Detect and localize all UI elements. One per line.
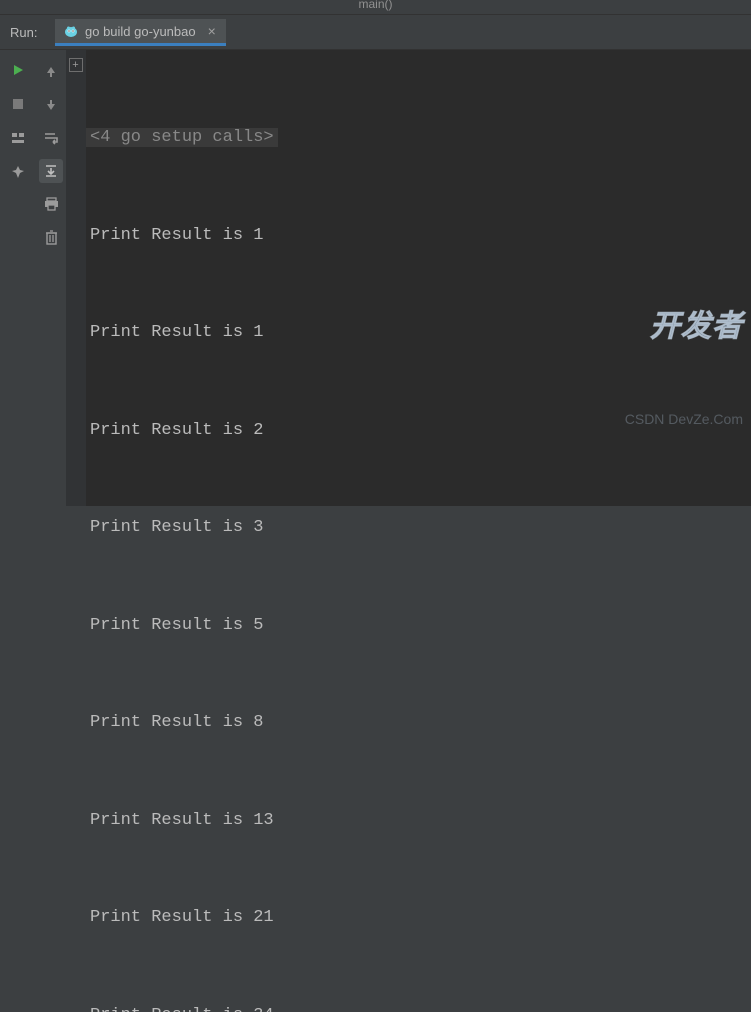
run-label: Run: xyxy=(0,25,55,40)
run-tab-label: go build go-yunbao xyxy=(85,24,196,39)
expand-fold-button[interactable]: + xyxy=(69,58,83,72)
output-line: Print Result is 13 xyxy=(86,805,751,838)
run-action-column xyxy=(0,50,36,506)
clear-all-button[interactable] xyxy=(39,225,63,249)
scroll-to-end-button[interactable] xyxy=(39,159,63,183)
run-tabbar: Run: go build go-yunbao × xyxy=(0,15,751,50)
run-tool-window: + <4 go setup calls> Print Result is 1 P… xyxy=(0,50,751,506)
console-output[interactable]: <4 go setup calls> Print Result is 1 Pri… xyxy=(86,50,751,506)
output-line: Print Result is 1 xyxy=(86,220,751,253)
console-action-column xyxy=(36,50,66,506)
soft-wrap-button[interactable] xyxy=(39,126,63,150)
folded-region[interactable]: <4 go setup calls> xyxy=(86,128,278,147)
watermark: 开发者 CSDN DevZe.Com xyxy=(625,246,743,500)
rerun-button[interactable] xyxy=(8,60,28,80)
output-line: Print Result is 3 xyxy=(86,512,751,545)
pin-button[interactable] xyxy=(8,162,28,182)
down-arrow-icon[interactable] xyxy=(39,93,63,117)
close-icon[interactable]: × xyxy=(208,23,216,39)
editor-topbar: main() xyxy=(0,0,751,15)
run-tab-active[interactable]: go build go-yunbao × xyxy=(55,19,226,46)
output-line: Print Result is 1 xyxy=(86,317,751,350)
output-line: Print Result is 21 xyxy=(86,902,751,935)
layout-button[interactable] xyxy=(8,128,28,148)
breadcrumb-main: main() xyxy=(358,0,392,11)
print-button[interactable] xyxy=(39,192,63,216)
output-line: Print Result is 2 xyxy=(86,415,751,448)
up-arrow-icon[interactable] xyxy=(39,60,63,84)
console-gutter: + xyxy=(66,50,86,506)
output-line: Print Result is 34 xyxy=(86,1000,751,1012)
output-line: Print Result is 5 xyxy=(86,610,751,643)
output-line: Print Result is 8 xyxy=(86,707,751,740)
go-gopher-icon xyxy=(63,23,79,39)
stop-button[interactable] xyxy=(8,94,28,114)
